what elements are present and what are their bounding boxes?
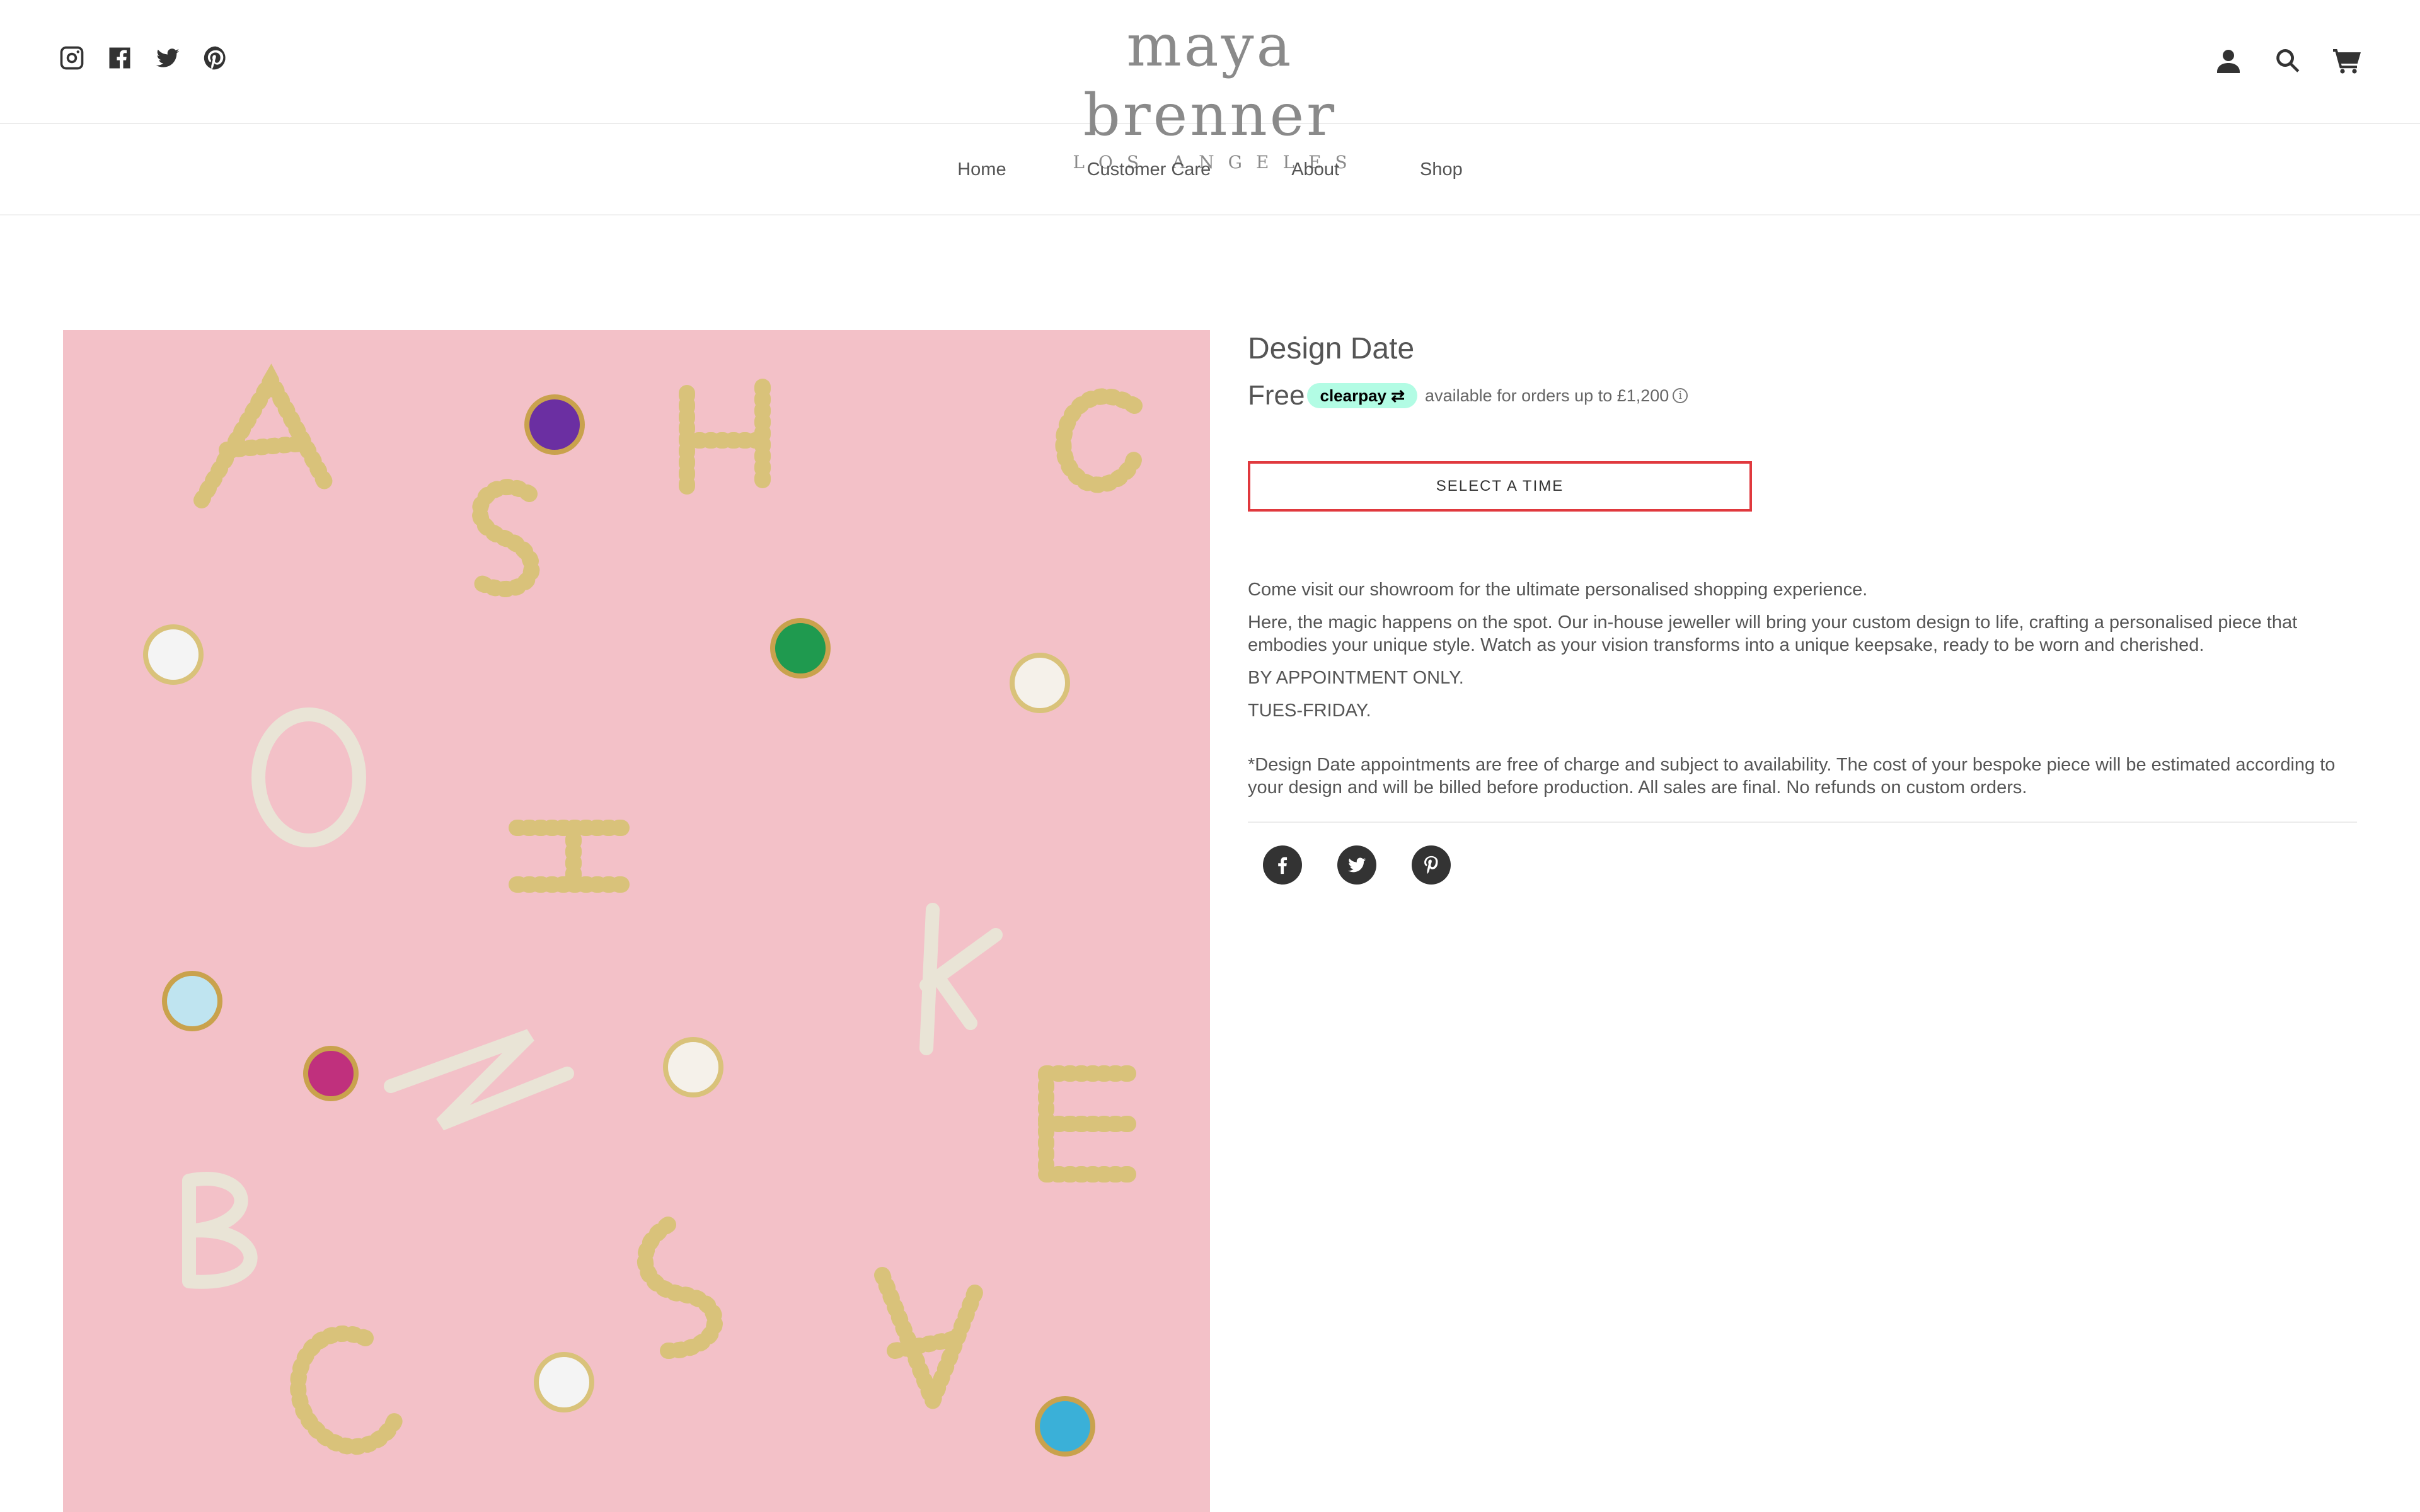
description-paragraph: Come visit our showroom for the ultimate… bbox=[1248, 580, 1868, 600]
product-disclaimer: *Design Date appointments are free of ch… bbox=[1248, 755, 2336, 798]
twitter-icon[interactable] bbox=[154, 44, 182, 72]
jewelry-letters-image bbox=[63, 330, 1210, 1512]
description-paragraph: BY APPOINTMENT ONLY. bbox=[1248, 668, 1464, 688]
select-time-button[interactable]: SELECT A TIME bbox=[1248, 461, 1752, 512]
clearpay-badge[interactable]: clearpay ⇄ bbox=[1307, 383, 1418, 408]
nav-shop[interactable]: Shop bbox=[1420, 159, 1463, 180]
divider bbox=[1248, 822, 2357, 823]
share-twitter-icon[interactable] bbox=[1337, 845, 1376, 885]
product-details: Design Date Free clearpay ⇄ available fo… bbox=[1248, 330, 2357, 885]
price-row: Free clearpay ⇄ available for orders up … bbox=[1248, 377, 2357, 415]
share-facebook-icon[interactable] bbox=[1263, 845, 1302, 885]
share-pinterest-icon[interactable] bbox=[1412, 845, 1451, 885]
nav-about[interactable]: About bbox=[1291, 159, 1339, 180]
nav-customer-care[interactable]: Customer Care bbox=[1087, 159, 1211, 180]
site-header: maya brenner LOS ANGELES bbox=[0, 0, 2420, 173]
description-paragraph: TUES-FRIDAY. bbox=[1248, 701, 1371, 721]
brand-logo[interactable]: maya brenner LOS ANGELES bbox=[1034, 11, 1386, 173]
nav-home[interactable]: Home bbox=[957, 159, 1006, 180]
header-actions bbox=[2212, 44, 2363, 77]
facebook-icon[interactable] bbox=[106, 44, 134, 72]
product-image[interactable] bbox=[63, 330, 1210, 1512]
clearpay-note: available for orders up to £1,200 bbox=[1425, 386, 1669, 405]
info-icon[interactable]: i bbox=[1673, 388, 1688, 403]
cart-icon[interactable] bbox=[2331, 44, 2363, 77]
product-description: Come visit our showroom for the ultimate… bbox=[1248, 578, 2357, 722]
social-links bbox=[58, 44, 229, 72]
pinterest-icon[interactable] bbox=[202, 44, 229, 72]
clearpay-arrows-icon: ⇄ bbox=[1391, 386, 1405, 405]
clearpay-badge-label: clearpay bbox=[1320, 386, 1387, 405]
main-nav: Home Customer Care About Shop bbox=[0, 125, 2420, 215]
description-paragraph: Here, the magic happens on the spot. Our… bbox=[1248, 612, 2298, 655]
product-price: Free bbox=[1248, 380, 1305, 411]
search-icon[interactable] bbox=[2271, 44, 2304, 77]
account-icon[interactable] bbox=[2212, 44, 2245, 77]
instagram-icon[interactable] bbox=[58, 44, 86, 72]
product-title: Design Date bbox=[1248, 332, 1415, 365]
share-buttons bbox=[1248, 845, 2357, 885]
